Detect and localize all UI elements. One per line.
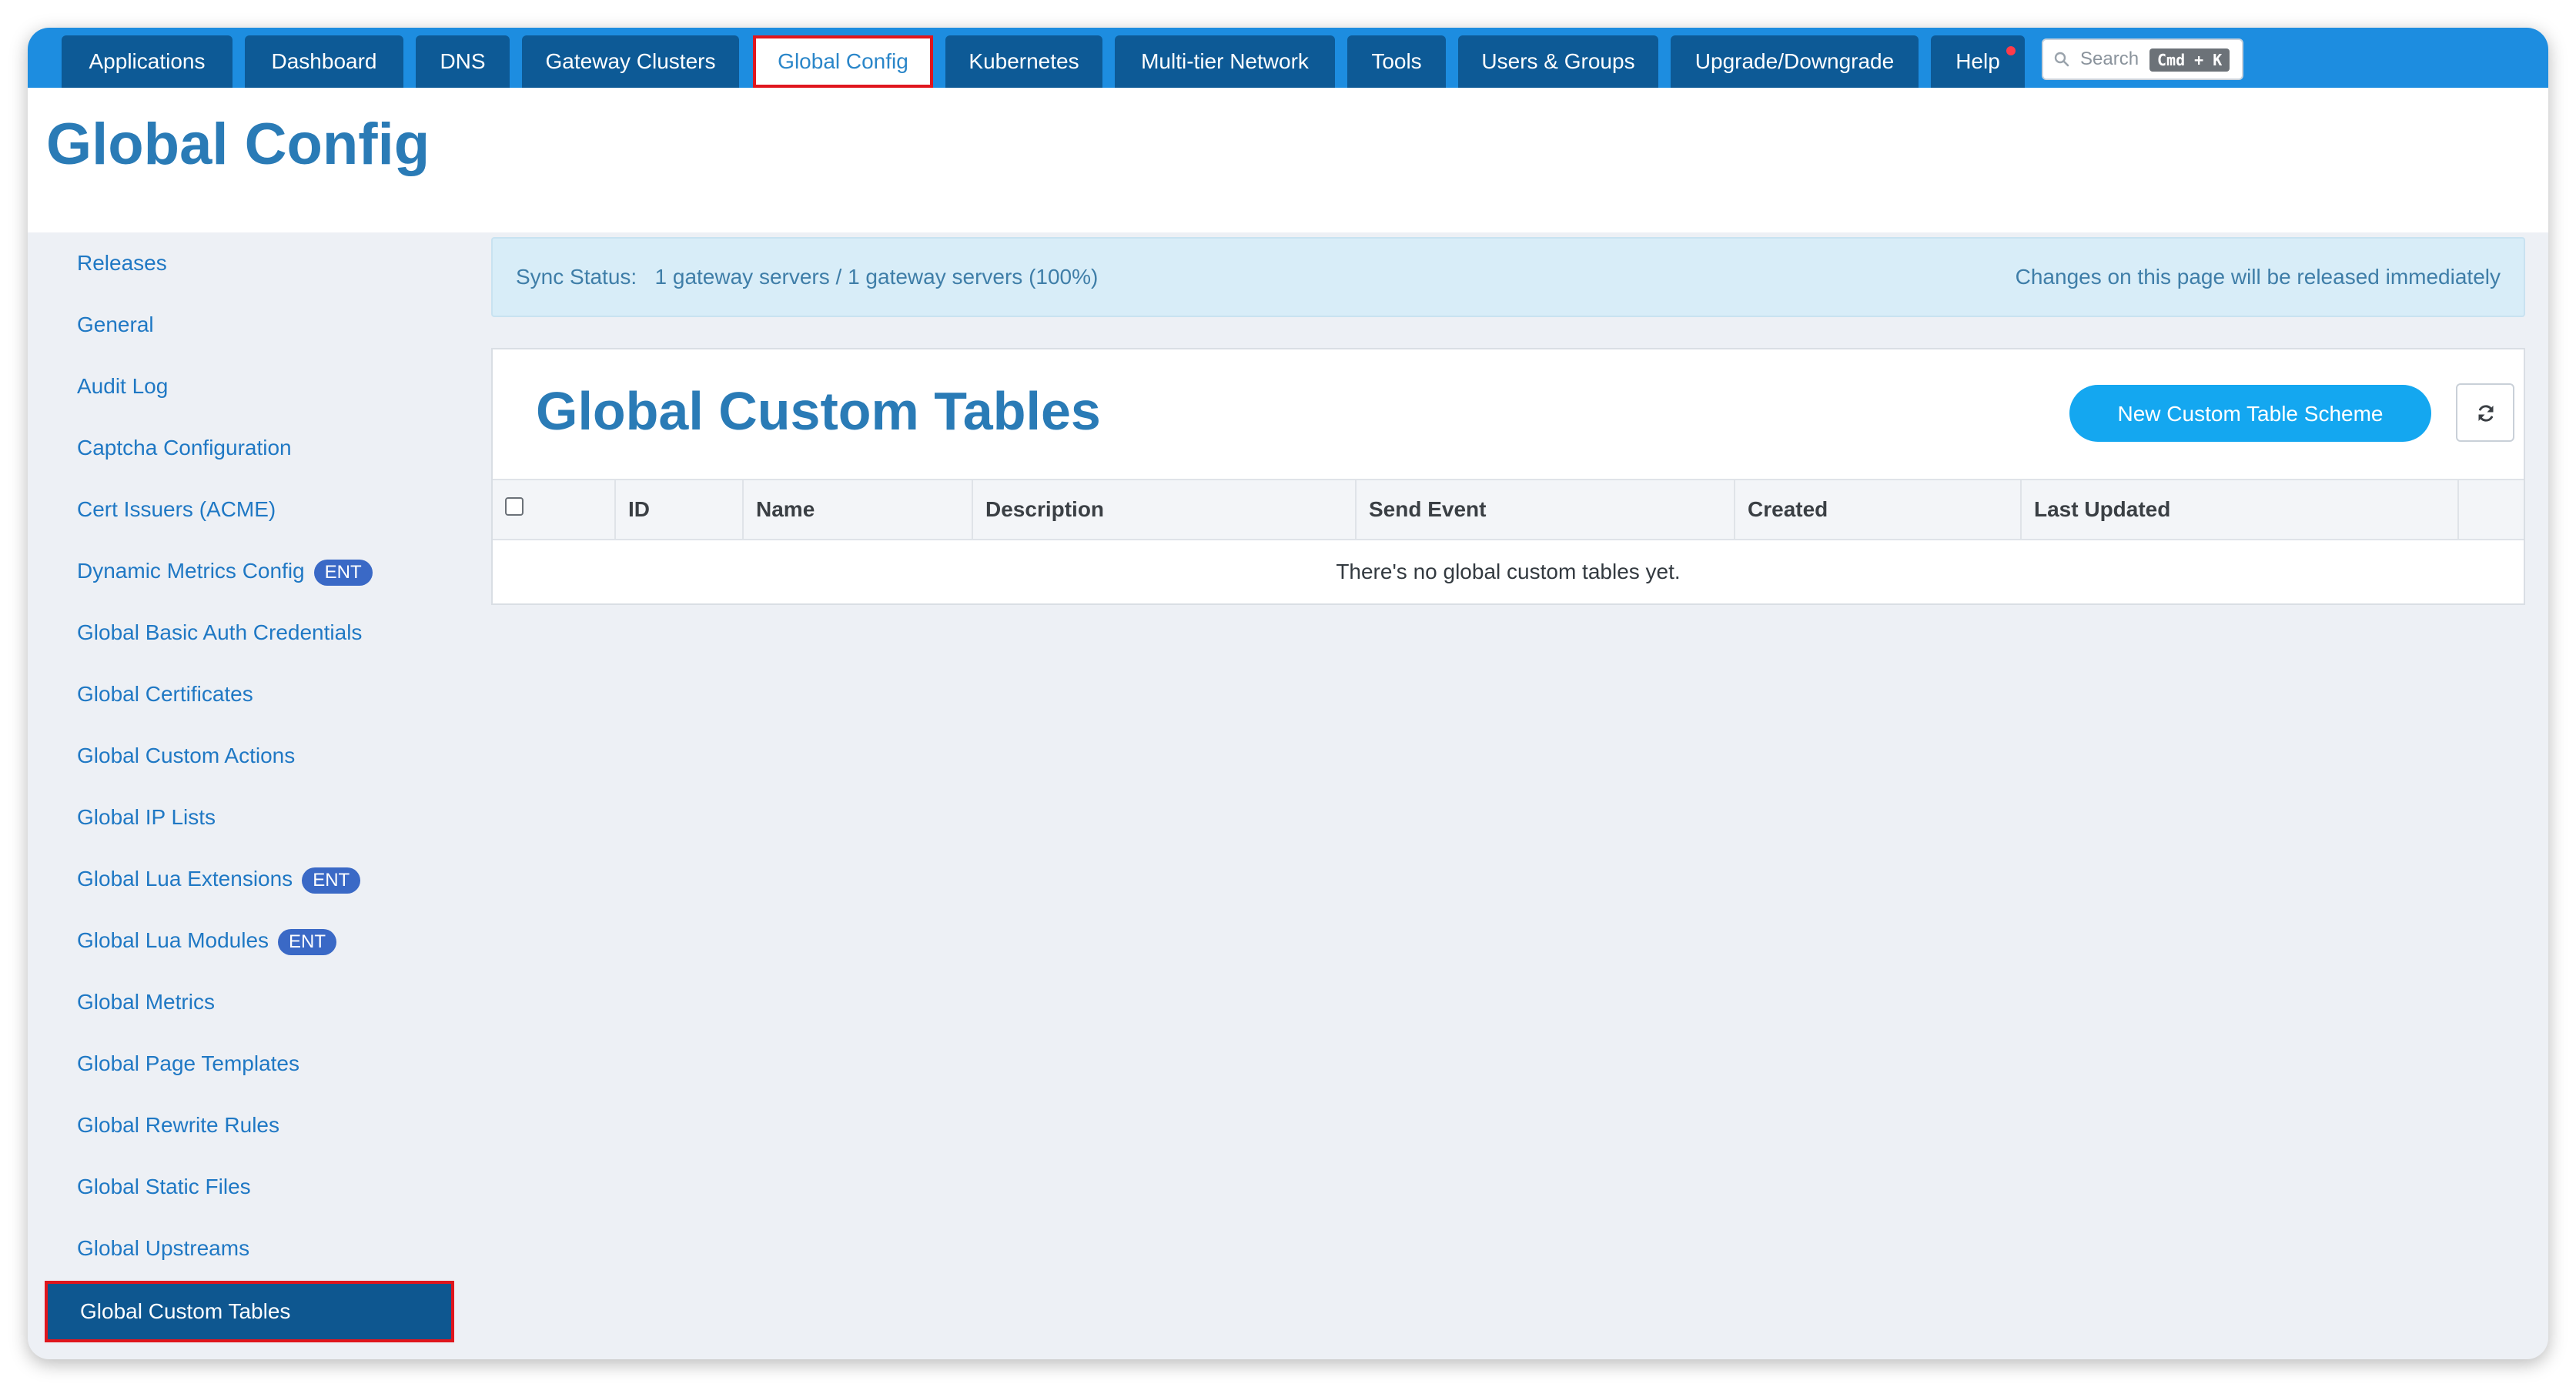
nav-tab-applications[interactable]: Applications bbox=[62, 35, 233, 88]
ent-badge: ENT bbox=[313, 559, 373, 586]
select-all-cell bbox=[493, 480, 616, 539]
column-header-id[interactable]: ID bbox=[616, 480, 744, 539]
sidebar-item-global-certificates[interactable]: Global Certificates bbox=[45, 663, 454, 725]
notification-dot bbox=[2006, 46, 2016, 55]
sidebar-item-global-rewrite-rules[interactable]: Global Rewrite Rules bbox=[45, 1095, 454, 1156]
sidebar-item-label: Dynamic Metrics Config bbox=[77, 559, 305, 583]
search-icon bbox=[2054, 52, 2069, 67]
search-box[interactable]: Search Cmd + K bbox=[2042, 38, 2243, 80]
new-custom-table-scheme-button[interactable]: New Custom Table Scheme bbox=[2069, 385, 2431, 442]
refresh-button[interactable] bbox=[2456, 383, 2514, 442]
sidebar-item-global-custom-actions[interactable]: Global Custom Actions bbox=[45, 725, 454, 787]
page-title: Global Config bbox=[46, 112, 430, 177]
sidebar-item-global-metrics[interactable]: Global Metrics bbox=[45, 971, 454, 1033]
sidebar-item-audit-log[interactable]: Audit Log bbox=[45, 356, 454, 417]
sidebar-item-cert-issuers[interactable]: Cert Issuers (ACME) bbox=[45, 479, 454, 540]
nav-tab-users-groups[interactable]: Users & Groups bbox=[1458, 35, 1658, 88]
column-header-description[interactable]: Description bbox=[973, 480, 1357, 539]
top-nav: Applications Dashboard DNS Gateway Clust… bbox=[28, 28, 2548, 88]
refresh-icon bbox=[2478, 405, 2494, 422]
column-header-last-updated[interactable]: Last Updated bbox=[2022, 480, 2459, 539]
column-header-send-event[interactable]: Send Event bbox=[1357, 480, 1735, 539]
sidebar-item-label: Global Lua Modules bbox=[77, 928, 269, 952]
column-header-name[interactable]: Name bbox=[744, 480, 973, 539]
sidebar-item-global-page-templates[interactable]: Global Page Templates bbox=[45, 1033, 454, 1095]
nav-tab-multi-tier-network[interactable]: Multi-tier Network bbox=[1115, 35, 1335, 88]
custom-tables-panel: Global Custom Tables New Custom Table Sc… bbox=[491, 348, 2525, 605]
sidebar-item-dynamic-metrics-config[interactable]: Dynamic Metrics Config ENT bbox=[45, 540, 454, 602]
search-shortcut: Cmd + K bbox=[2149, 48, 2230, 72]
sidebar-item-global-static-files[interactable]: Global Static Files bbox=[45, 1156, 454, 1218]
nav-tab-dashboard[interactable]: Dashboard bbox=[245, 35, 403, 88]
sidebar-item-global-basic-auth-credentials[interactable]: Global Basic Auth Credentials bbox=[45, 602, 454, 663]
sync-status-value: 1 gateway servers / 1 gateway servers (1… bbox=[654, 265, 1099, 289]
search-placeholder: Search bbox=[2080, 48, 2139, 69]
empty-table-message: There's no global custom tables yet. bbox=[1336, 560, 1681, 583]
app-window: Applications Dashboard DNS Gateway Clust… bbox=[28, 28, 2548, 1359]
sync-status-label: Sync Status: bbox=[516, 265, 637, 289]
sync-status: Sync Status: 1 gateway servers / 1 gatew… bbox=[516, 239, 1098, 316]
sidebar-item-global-lua-modules[interactable]: Global Lua Modules ENT bbox=[45, 910, 454, 971]
sidebar-item-global-custom-tables[interactable]: Global Custom Tables bbox=[45, 1281, 454, 1342]
page-header: Global Config bbox=[28, 88, 2548, 232]
sidebar-item-releases[interactable]: Releases bbox=[45, 232, 454, 294]
sync-status-bar: Sync Status: 1 gateway servers / 1 gatew… bbox=[491, 237, 2525, 317]
nav-tab-help-label: Help bbox=[1955, 49, 2000, 73]
nav-tab-dns[interactable]: DNS bbox=[416, 35, 510, 88]
sidebar-item-captcha-configuration[interactable]: Captcha Configuration bbox=[45, 417, 454, 479]
ent-badge: ENT bbox=[278, 928, 337, 955]
sidebar-item-global-ip-lists[interactable]: Global IP Lists bbox=[45, 787, 454, 848]
nav-tab-kubernetes[interactable]: Kubernetes bbox=[945, 35, 1102, 88]
nav-tab-upgrade-downgrade[interactable]: Upgrade/Downgrade bbox=[1671, 35, 1919, 88]
release-notice: Changes on this page will be released im… bbox=[2015, 265, 2501, 289]
sidebar-item-global-upstreams[interactable]: Global Upstreams bbox=[45, 1218, 454, 1279]
sidebar-item-label: Global Lua Extensions bbox=[77, 867, 293, 891]
nav-tab-help[interactable]: Help bbox=[1931, 35, 2025, 88]
nav-tab-gateway-clusters[interactable]: Gateway Clusters bbox=[522, 35, 739, 88]
select-all-checkbox[interactable] bbox=[505, 497, 524, 516]
table-header: ID Name Description Send Event Created L… bbox=[493, 479, 2524, 540]
nav-tab-tools[interactable]: Tools bbox=[1347, 35, 1446, 88]
nav-tab-global-config[interactable]: Global Config bbox=[753, 35, 933, 88]
sidebar-item-general[interactable]: General bbox=[45, 294, 454, 356]
sidebar-item-global-lua-extensions[interactable]: Global Lua Extensions ENT bbox=[45, 848, 454, 910]
ent-badge: ENT bbox=[302, 867, 361, 894]
column-header-created[interactable]: Created bbox=[1735, 480, 2022, 539]
panel-title: Global Custom Tables bbox=[536, 381, 1101, 441]
